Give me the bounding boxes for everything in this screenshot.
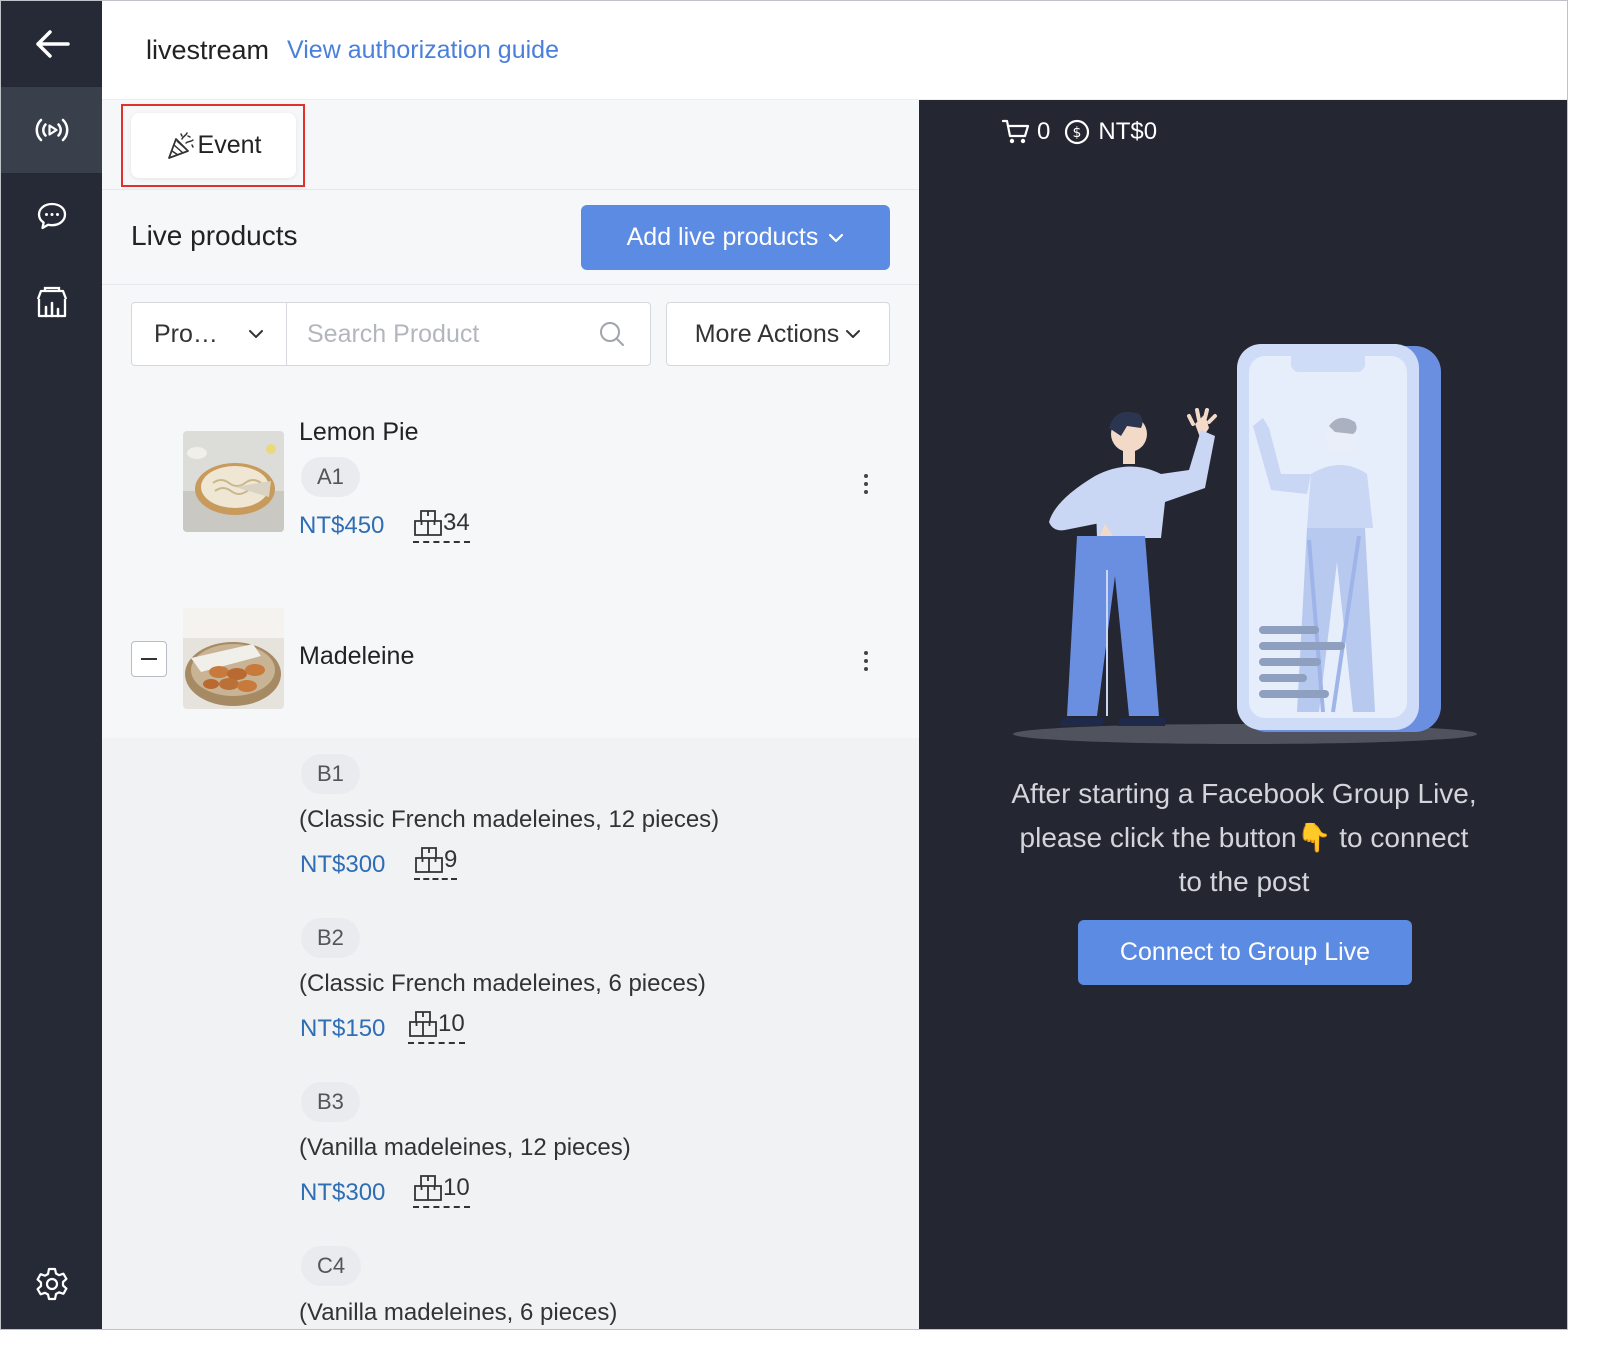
inventory-boxes-icon	[409, 1011, 437, 1037]
connect-to-group-live-button[interactable]: Connect to Group Live	[1078, 920, 1412, 985]
variant-code-badge: B1	[301, 754, 360, 794]
variant-description: (Vanilla madeleines, 12 pieces)	[299, 1134, 631, 1161]
inventory-boxes-icon	[415, 847, 443, 873]
connect-instructions-line2: please click the button👇 to connect	[949, 816, 1539, 860]
variant-price: NT$300	[300, 1179, 386, 1206]
connect-live-illustration	[1013, 344, 1477, 744]
variant-price: NT$300	[300, 851, 386, 878]
authorization-guide-link[interactable]: View authorization guide	[287, 36, 559, 65]
divider	[102, 284, 919, 285]
variant-stock-count: 9	[444, 846, 458, 873]
sidebar	[1, 1, 102, 1329]
product-stock-count: 34	[443, 509, 470, 536]
product-field-select[interactable]: Pro…	[132, 303, 287, 365]
event-button[interactable]: Event	[131, 113, 296, 178]
connect-instructions: After starting a Facebook Group Live, pl…	[949, 772, 1539, 904]
back-button[interactable]	[1, 1, 102, 87]
add-live-products-label: Add live products	[626, 223, 819, 251]
products-panel: Event Live products Add live products Pr…	[102, 100, 919, 1329]
product-stock[interactable]: 34	[413, 509, 470, 543]
inventory-boxes-icon	[414, 510, 442, 536]
lemon-pie-thumbnail	[183, 431, 284, 532]
collapse-variants-toggle[interactable]	[131, 641, 167, 677]
connect-instructions-line3: to the post	[1178, 866, 1310, 897]
dollar-coin-icon: $	[1065, 119, 1090, 145]
variant-description: (Classic French madeleines, 12 pieces)	[299, 806, 720, 833]
product-more-menu[interactable]	[862, 474, 870, 494]
search-product-input[interactable]: Search Product	[287, 303, 650, 365]
product-field-select-value: Pro…	[154, 319, 218, 348]
variant-description: (Classic French madeleines, 6 pieces)	[299, 970, 706, 997]
madeleine-thumbnail	[183, 608, 284, 709]
variant-code-badge: B2	[301, 918, 360, 958]
event-label: Event	[197, 131, 262, 159]
pointing-down-emoji: 👇	[1296, 822, 1332, 853]
more-actions-label: More Actions	[694, 319, 840, 348]
sidebar-item-settings[interactable]	[1, 1241, 102, 1327]
product-filter-bar: Pro… Search Product	[131, 302, 651, 366]
product-more-menu[interactable]	[862, 651, 870, 671]
product-name: Madeleine	[299, 642, 415, 670]
back-arrow-icon	[35, 30, 70, 58]
variant-description: (Vanilla madeleines, 6 pieces)	[299, 1299, 618, 1326]
page-header: livestream View authorization guide	[102, 1, 1567, 100]
product-name: Lemon Pie	[299, 418, 419, 446]
variant-stock-count: 10	[438, 1010, 465, 1037]
search-placeholder: Search Product	[307, 319, 480, 348]
chevron-down-icon	[249, 330, 263, 338]
inventory-boxes-icon	[414, 1175, 442, 1201]
sales-total: NT$0	[1098, 118, 1158, 145]
variant-stock[interactable]: 10	[413, 1174, 470, 1208]
sidebar-item-store-analytics[interactable]	[1, 259, 102, 345]
chat-bubble-icon	[37, 202, 66, 230]
variant-stock-count: 10	[443, 1174, 470, 1201]
search-icon[interactable]	[598, 320, 626, 348]
page-title: livestream	[146, 34, 270, 65]
live-products-title: Live products	[131, 220, 298, 251]
variant-price: NT$150	[300, 1015, 386, 1042]
connect-instructions-line2-start: please click the button	[1019, 822, 1297, 853]
connect-instructions-line2-end: to connect	[1331, 822, 1469, 853]
variant-code-badge: B3	[301, 1082, 360, 1122]
connect-instructions-line1: After starting a Facebook Group Live,	[1011, 778, 1477, 809]
app-window: livestream View authorization guide Even…	[0, 0, 1568, 1330]
chevron-down-icon	[846, 330, 861, 338]
cart-icon	[1001, 119, 1030, 144]
product-code-badge: A1	[301, 457, 360, 497]
sidebar-item-livestream[interactable]	[1, 87, 102, 173]
svg-text:$: $	[1073, 125, 1082, 141]
cart-count: 0	[1037, 118, 1051, 145]
settings-gear-icon	[36, 1267, 67, 1301]
chevron-down-icon	[829, 233, 844, 242]
variant-stock[interactable]: 9	[414, 846, 458, 880]
sidebar-item-chat[interactable]	[1, 173, 102, 259]
party-popper-icon	[167, 131, 194, 159]
divider	[102, 189, 919, 190]
product-price: NT$450	[299, 512, 385, 539]
live-preview-panel: 0 $ NT$0 After starting a Facebook Group…	[919, 100, 1567, 1329]
variant-stock[interactable]: 10	[408, 1010, 465, 1044]
store-analytics-icon	[36, 286, 67, 318]
more-actions-button[interactable]: More Actions	[666, 302, 890, 366]
live-broadcast-icon	[35, 118, 68, 142]
variant-code-badge: C4	[301, 1246, 362, 1286]
live-stats-bar: 0 $ NT$0	[1001, 118, 1157, 146]
add-live-products-button[interactable]: Add live products	[581, 205, 890, 270]
